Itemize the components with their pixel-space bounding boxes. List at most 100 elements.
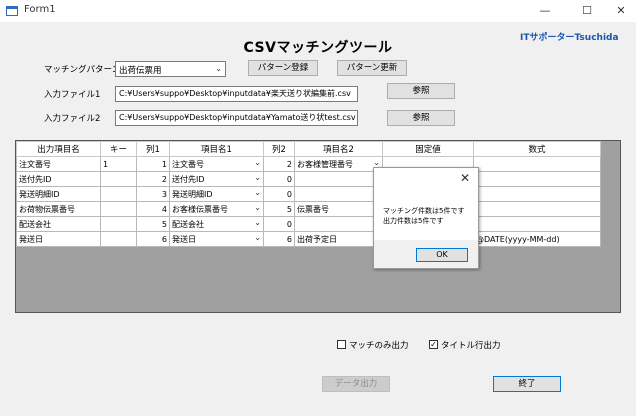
dialog-message: マッチング件数は5件です 出力件数は5件です — [383, 206, 464, 226]
name1-select[interactable]: 発送日 ⌄ — [169, 231, 264, 247]
formula-cell[interactable] — [473, 201, 601, 217]
key-cell[interactable] — [100, 216, 137, 232]
chevron-down-icon: ⌄ — [215, 64, 222, 73]
match-only-checkbox[interactable] — [337, 340, 346, 349]
column-header[interactable]: 数式 — [473, 141, 601, 157]
match-only-label: マッチのみ出力 — [349, 341, 409, 351]
table-row[interactable]: お荷物伝票番号 4 お客様伝票番号 ⌄ 5 伝票番号 — [16, 201, 601, 217]
input2-path-field[interactable]: C:¥Users¥suppo¥Desktop¥inputdata¥Yamato送… — [115, 110, 358, 126]
key-cell[interactable]: 1 — [100, 156, 137, 172]
col1-cell[interactable]: 2 — [136, 171, 170, 187]
column-header[interactable]: 列2 — [263, 141, 295, 157]
input1-label: 入力ファイル1 — [44, 90, 101, 100]
name2-value: お客様管理番号 — [297, 159, 353, 169]
output-name-cell[interactable]: 注文番号 — [16, 156, 101, 172]
name1-select[interactable]: 発送明細ID ⌄ — [169, 186, 264, 202]
maximize-button[interactable]: ☐ — [570, 0, 604, 22]
name1-value: 注文番号 — [172, 159, 204, 169]
column-header[interactable]: 固定値 — [382, 141, 474, 157]
name2-value: 伝票番号 — [297, 204, 329, 214]
formula-cell[interactable] — [473, 216, 601, 232]
col1-cell[interactable]: 6 — [136, 231, 170, 247]
chevron-down-icon: ⌄ — [373, 158, 380, 167]
col2-cell[interactable]: 0 — [263, 171, 295, 187]
output-name-cell[interactable]: 発送日 — [16, 231, 101, 247]
name1-select[interactable]: 配送会社 ⌄ — [169, 216, 264, 232]
name2-select[interactable] — [294, 186, 383, 202]
name1-value: 発送日 — [172, 234, 196, 244]
table-row[interactable]: 送付先ID 2 送付先ID ⌄ 0 — [16, 171, 601, 187]
table-row[interactable]: 配送会社 5 配送会社 ⌄ 0 — [16, 216, 601, 232]
column-header[interactable]: キー — [100, 141, 137, 157]
col2-cell[interactable]: 0 — [263, 216, 295, 232]
key-cell[interactable] — [100, 186, 137, 202]
col2-cell[interactable]: 0 — [263, 186, 295, 202]
key-cell[interactable] — [100, 201, 137, 217]
output-name-cell[interactable]: 配送会社 — [16, 216, 101, 232]
pattern-update-button[interactable]: パターン更新 — [337, 60, 407, 76]
name1-select[interactable]: 注文番号 ⌄ — [169, 156, 264, 172]
dialog-message-line1: マッチング件数は5件です — [383, 207, 465, 215]
output-name-cell[interactable]: 発送明細ID — [16, 186, 101, 202]
table-row[interactable]: 発送明細ID 3 発送明細ID ⌄ 0 — [16, 186, 601, 202]
input1-path-field[interactable]: C:¥Users¥suppo¥Desktop¥inputdata¥楽天送り状編集… — [115, 86, 358, 102]
name2-select[interactable]: 伝票番号 — [294, 201, 383, 217]
name2-select[interactable]: 出荷予定日 — [294, 231, 383, 247]
pattern-selected-value: 出荷伝票用 — [119, 66, 162, 76]
col1-cell[interactable]: 3 — [136, 186, 170, 202]
input2-browse-button[interactable]: 参照 — [387, 110, 455, 126]
title-bar: Form1 — ☐ ✕ — [0, 0, 636, 22]
title-row-checkbox[interactable]: ✓ — [429, 340, 438, 349]
col2-cell[interactable]: 6 — [263, 231, 295, 247]
formula-cell[interactable] — [473, 186, 601, 202]
dialog-message-line2: 出力件数は5件です — [383, 217, 444, 225]
app-icon — [6, 6, 18, 16]
name1-select[interactable]: 送付先ID ⌄ — [169, 171, 264, 187]
dialog-close-icon[interactable]: ✕ — [460, 171, 470, 185]
header-row: 出力項目名 キー 列1 項目名1 列2 項目名2 固定値 数式 — [16, 141, 601, 157]
mapping-table: 出力項目名 キー 列1 項目名1 列2 項目名2 固定値 数式 注文番号 1 1… — [16, 141, 601, 247]
name1-value: 配送会社 — [172, 219, 204, 229]
key-cell[interactable] — [100, 231, 137, 247]
column-header[interactable]: 項目名2 — [294, 141, 383, 157]
chevron-down-icon: ⌄ — [254, 158, 261, 167]
name2-select[interactable] — [294, 171, 383, 187]
name2-value: 出荷予定日 — [297, 234, 337, 244]
name1-select[interactable]: お客様伝票番号 ⌄ — [169, 201, 264, 217]
message-dialog: ✕ マッチング件数は5件です 出力件数は5件です OK — [373, 167, 479, 269]
pattern-register-button[interactable]: パターン登録 — [248, 60, 318, 76]
dialog-ok-button[interactable]: OK — [416, 248, 468, 262]
chevron-down-icon: ⌄ — [254, 218, 261, 227]
input2-label: 入力ファイル2 — [44, 114, 101, 124]
formula-cell[interactable] — [473, 156, 601, 172]
output-name-cell[interactable]: 送付先ID — [16, 171, 101, 187]
pattern-label: マッチングパターン — [44, 65, 121, 75]
col2-cell[interactable]: 2 — [263, 156, 295, 172]
name1-value: お客様伝票番号 — [172, 204, 228, 214]
brand-label: ITサポーターTsuchida — [520, 33, 619, 43]
col1-cell[interactable]: 1 — [136, 156, 170, 172]
column-header[interactable]: 出力項目名 — [16, 141, 101, 157]
table-row[interactable]: 発送日 6 発送日 ⌄ 6 出荷予定日 @DATE(yyyy-MM-dd) — [16, 231, 601, 247]
exit-button[interactable]: 終了 — [493, 376, 561, 392]
export-button[interactable]: データ出力 — [322, 376, 390, 392]
output-name-cell[interactable]: お荷物伝票番号 — [16, 201, 101, 217]
window-title: Form1 — [24, 4, 56, 15]
key-cell[interactable] — [100, 171, 137, 187]
col2-cell[interactable]: 5 — [263, 201, 295, 217]
table-row[interactable]: 注文番号 1 1 注文番号 ⌄ 2 お客様管理番号 ⌄ — [16, 156, 601, 172]
column-header[interactable]: 列1 — [136, 141, 170, 157]
minimize-button[interactable]: — — [528, 0, 562, 22]
name2-select[interactable] — [294, 216, 383, 232]
column-header[interactable]: 項目名1 — [169, 141, 264, 157]
close-button[interactable]: ✕ — [604, 0, 636, 22]
pattern-select[interactable]: 出荷伝票用 ⌄ — [115, 61, 226, 77]
name1-value: 発送明細ID — [172, 189, 213, 199]
col1-cell[interactable]: 5 — [136, 216, 170, 232]
name2-select[interactable]: お客様管理番号 ⌄ — [294, 156, 383, 172]
mapping-grid[interactable]: 出力項目名 キー 列1 項目名1 列2 項目名2 固定値 数式 注文番号 1 1… — [15, 140, 621, 313]
formula-cell[interactable] — [473, 171, 601, 187]
input1-browse-button[interactable]: 参照 — [387, 83, 455, 99]
col1-cell[interactable]: 4 — [136, 201, 170, 217]
formula-cell[interactable]: @DATE(yyyy-MM-dd) — [473, 231, 601, 247]
